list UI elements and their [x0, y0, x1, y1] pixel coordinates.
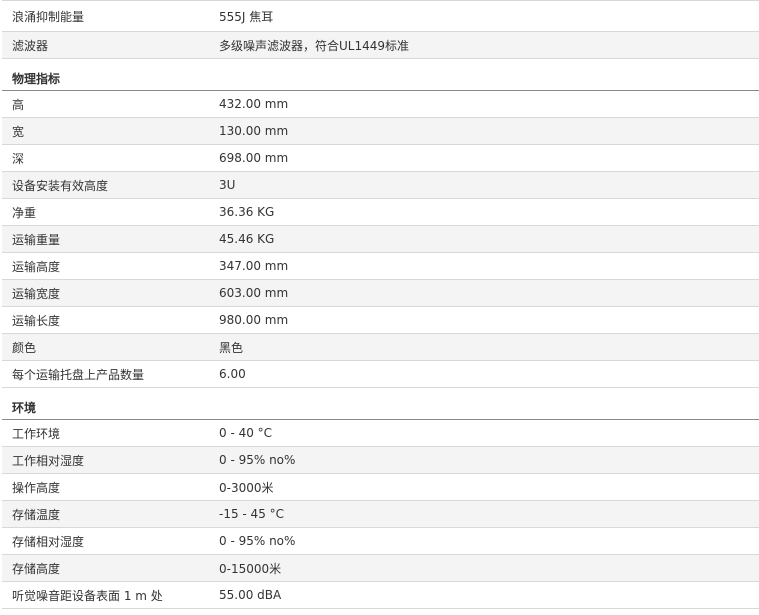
spec-label: 净重: [12, 205, 37, 220]
spec-label: 高: [12, 97, 25, 112]
spec-row: 运输宽度 603.00 mm: [2, 280, 759, 307]
spec-value: 3U: [219, 178, 236, 192]
spec-row: 运输高度 347.00 mm: [2, 253, 759, 280]
spec-label: 运输重量: [12, 232, 61, 247]
spec-row: 每个运输托盘上产品数量 6.00: [2, 361, 759, 388]
spec-value: 45.46 KG: [219, 232, 275, 246]
spec-label: 运输长度: [12, 313, 61, 328]
spec-row: 浪涌抑制能量 555J 焦耳: [2, 0, 759, 32]
spec-label: 运输高度: [12, 259, 61, 274]
spec-value: 36.36 KG: [219, 205, 275, 219]
spec-value: 0 - 40 °C: [219, 426, 273, 440]
spec-label: 工作相对湿度: [12, 453, 85, 468]
spec-label: 设备安装有效高度: [12, 178, 109, 193]
spec-table: 浪涌抑制能量 555J 焦耳 滤波器 多级噪声滤波器，符合UL1449标准 物理…: [2, 0, 759, 609]
spec-row: 工作相对湿度 0 - 95% no%: [2, 447, 759, 474]
spec-value: 0 - 95% no%: [219, 453, 296, 467]
spec-row: 操作高度 0-3000米: [2, 474, 759, 501]
spec-value: 0-15000米: [219, 561, 282, 576]
spec-row: 运输重量 45.46 KG: [2, 226, 759, 253]
spec-label: 每个运输托盘上产品数量: [12, 367, 145, 382]
spec-row: 存储温度 -15 - 45 °C: [2, 501, 759, 528]
spec-row: 颜色 黑色: [2, 334, 759, 361]
spec-label: 运输宽度: [12, 286, 61, 301]
spec-value: 347.00 mm: [219, 259, 289, 273]
spec-row: 运输长度 980.00 mm: [2, 307, 759, 334]
spec-value: 603.00 mm: [219, 286, 289, 300]
spec-row: 设备安装有效高度 3U: [2, 172, 759, 199]
spec-label: 存储高度: [12, 561, 61, 576]
spec-row: 高 432.00 mm: [2, 91, 759, 118]
spec-row: 听觉噪音距设备表面 1 m 处 55.00 dBA: [2, 582, 759, 609]
spec-value: 多级噪声滤波器，符合UL1449标准: [219, 38, 410, 53]
spec-label: 工作环境: [12, 426, 61, 441]
spec-value: 0-3000米: [219, 480, 274, 495]
spec-row: 滤波器 多级噪声滤波器，符合UL1449标准: [2, 32, 759, 59]
spec-row: 存储高度 0-15000米: [2, 555, 759, 582]
spec-value: 55.00 dBA: [219, 588, 282, 602]
spec-label: 浪涌抑制能量: [12, 9, 85, 24]
spec-label: 深: [12, 151, 25, 166]
spec-value: 555J 焦耳: [219, 9, 274, 24]
spec-value: 6.00: [219, 367, 246, 381]
spec-label: 存储温度: [12, 507, 61, 522]
spec-label: 存储相对湿度: [12, 534, 85, 549]
section-header-environment: 环境: [2, 388, 759, 420]
spec-value: 432.00 mm: [219, 97, 289, 111]
spec-label: 听觉噪音距设备表面 1 m 处: [12, 588, 163, 603]
spec-row: 宽 130.00 mm: [2, 118, 759, 145]
spec-value: 980.00 mm: [219, 313, 289, 327]
spec-label: 滤波器: [12, 38, 49, 53]
spec-value: 130.00 mm: [219, 124, 289, 138]
spec-row: 工作环境 0 - 40 °C: [2, 420, 759, 447]
spec-value: 698.00 mm: [219, 151, 289, 165]
spec-row: 深 698.00 mm: [2, 145, 759, 172]
spec-value: -15 - 45 °C: [219, 507, 285, 521]
spec-row: 存储相对湿度 0 - 95% no%: [2, 528, 759, 555]
spec-value: 黑色: [219, 340, 244, 355]
spec-value: 0 - 95% no%: [219, 534, 296, 548]
section-header-physical: 物理指标: [2, 59, 759, 91]
spec-label: 操作高度: [12, 480, 61, 495]
spec-label: 宽: [12, 124, 25, 139]
spec-row: 净重 36.36 KG: [2, 199, 759, 226]
spec-label: 颜色: [12, 340, 37, 355]
